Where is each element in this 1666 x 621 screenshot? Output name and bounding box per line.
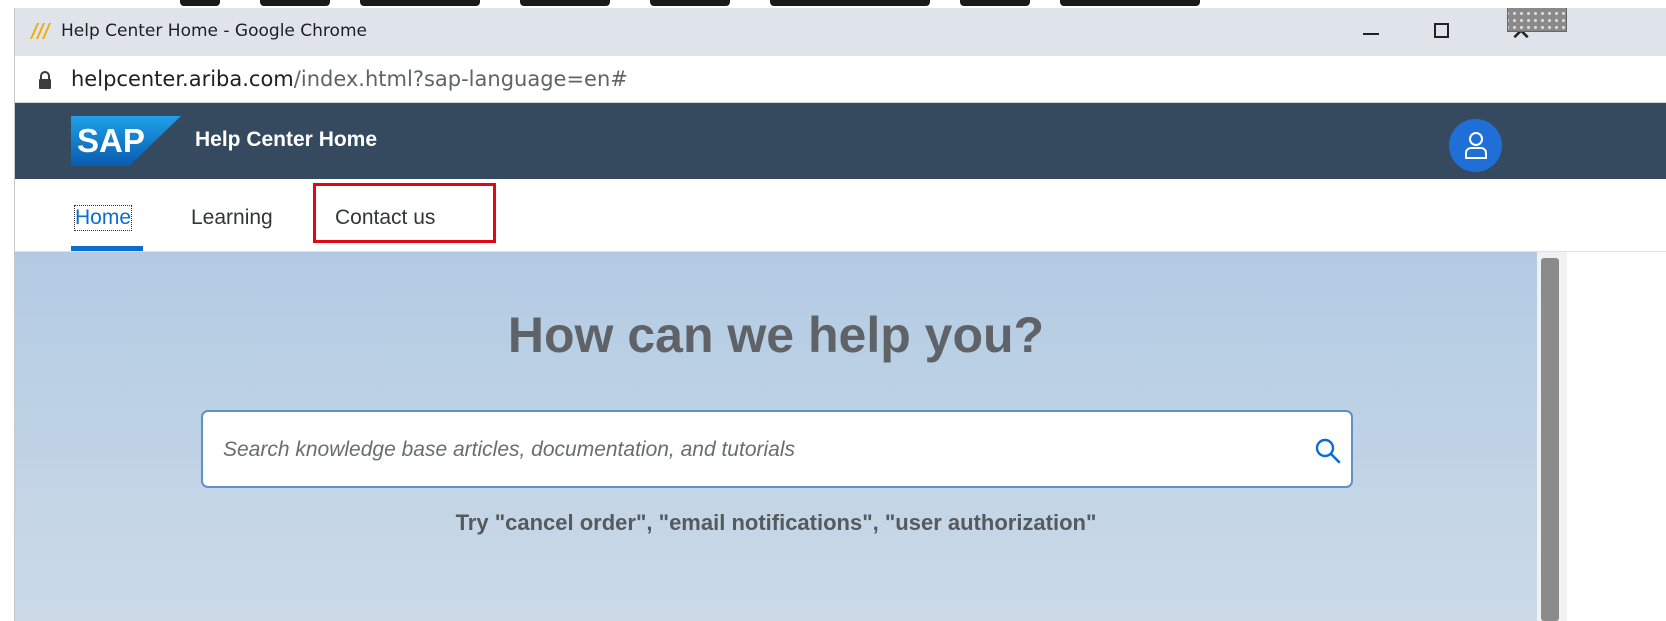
cropped-top-text <box>0 0 1666 8</box>
search-input[interactable] <box>221 412 1285 488</box>
sap-logo-text: SAP <box>77 122 145 159</box>
tab-bar: Home Learning Contact us <box>15 179 1666 252</box>
search-hint: Try "cancel order", "email notifications… <box>455 510 1097 535</box>
hero-heading: How can we help you? <box>507 307 1045 363</box>
shell-bar: SAP Help Center Home <box>15 103 1666 179</box>
tab-learning[interactable]: Learning <box>191 206 273 230</box>
search-box[interactable] <box>201 410 1353 488</box>
minimize-button[interactable] <box>1351 14 1391 48</box>
search-icon[interactable] <box>1315 438 1341 464</box>
hero-section: How can we help you? Try "cancel order",… <box>15 252 1537 621</box>
user-avatar[interactable] <box>1449 119 1502 172</box>
sap-logo[interactable]: SAP <box>71 116 181 166</box>
scrollbar-thumb[interactable] <box>1541 258 1559 621</box>
window-title: Help Center Home - Google Chrome <box>61 21 367 41</box>
window-grip-handle[interactable] <box>1507 8 1567 32</box>
user-icon <box>1465 132 1487 159</box>
url-host: helpcenter.ariba.com <box>71 67 294 91</box>
address-bar[interactable]: helpcenter.ariba.com/index.html?sap-lang… <box>15 56 1666 103</box>
url-text[interactable]: helpcenter.ariba.com/index.html?sap-lang… <box>71 67 628 91</box>
tab-home[interactable]: Home <box>73 205 133 231</box>
lock-icon <box>39 71 51 89</box>
shell-title: Help Center Home <box>195 128 378 151</box>
browser-window: Help Center Home - Google Chrome ✕ helpc… <box>14 8 1666 621</box>
selected-tab-indicator <box>71 246 143 251</box>
contact-us-highlight-box <box>313 183 496 243</box>
title-bar: Help Center Home - Google Chrome ✕ <box>15 8 1666 56</box>
ariba-icon <box>30 23 51 39</box>
maximize-button[interactable] <box>1422 14 1462 48</box>
url-path: /index.html?sap-language=en# <box>293 67 628 91</box>
